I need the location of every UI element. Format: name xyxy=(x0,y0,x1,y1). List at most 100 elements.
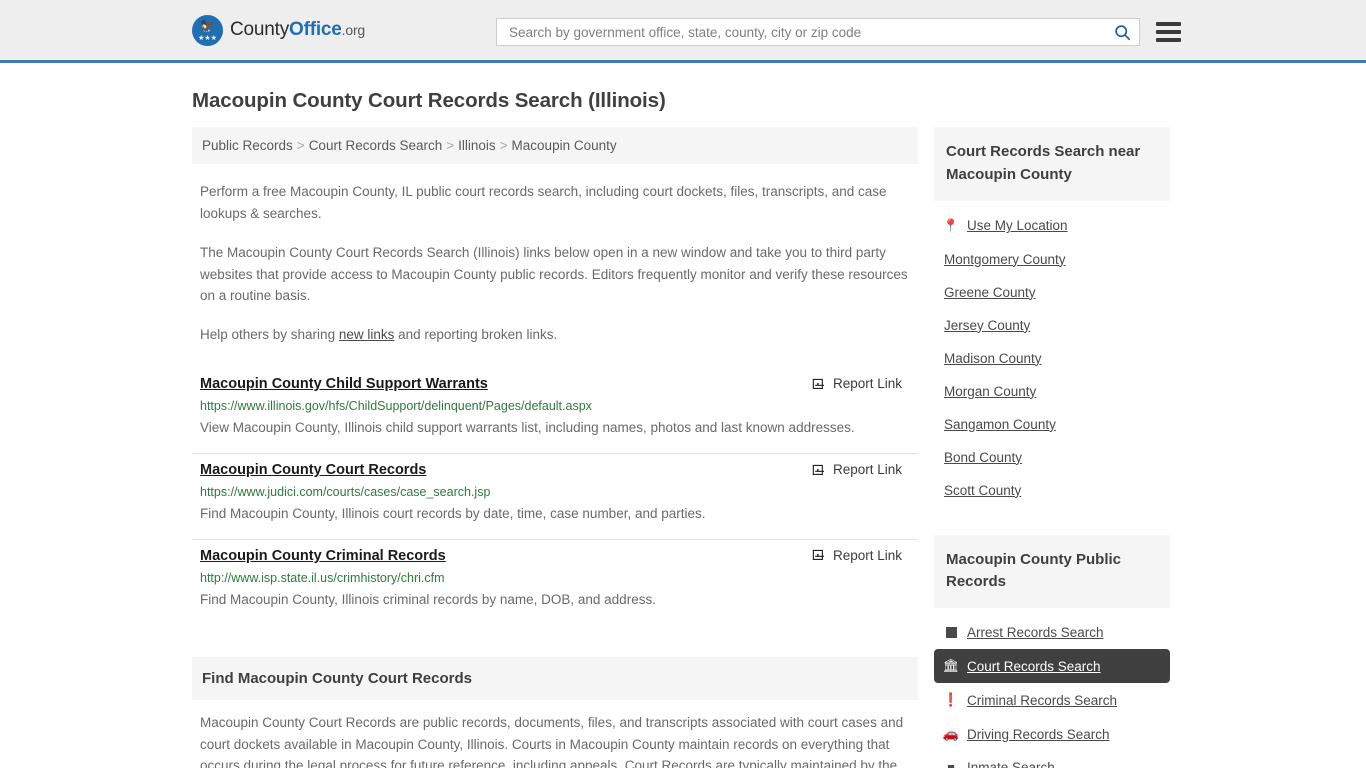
sidebar-item-driving-records-search[interactable]: 🚗 Driving Records Search xyxy=(934,717,1170,751)
report-link-label: Report Link xyxy=(832,376,902,392)
hamburger-menu-icon[interactable] xyxy=(1156,22,1181,42)
intro-p3-before: Help others by sharing xyxy=(200,327,339,343)
breadcrumb: Public Records > Court Records Search > Illi… xyxy=(192,127,918,164)
sidebar-item-label[interactable]: Criminal Records Search xyxy=(967,693,1117,708)
sidebar-item-madison-county[interactable]: Madison County xyxy=(934,342,1170,375)
sidebar-item-label[interactable]: Bond County xyxy=(944,450,1022,465)
sidebar-item-morgan-county[interactable]: Morgan County xyxy=(934,375,1170,408)
sidebar-item-label[interactable]: Scott County xyxy=(944,483,1021,498)
site-logo[interactable]: 🦅 ★★★ CountyOffice.org xyxy=(192,14,365,46)
logo-text-office: Office xyxy=(289,19,342,40)
sidebar-item-label[interactable]: Arrest Records Search xyxy=(967,625,1104,640)
car-icon: 🚗 xyxy=(942,726,960,742)
new-links-link[interactable]: new links xyxy=(339,327,395,342)
sidebar-item-label[interactable]: Madison County xyxy=(944,351,1042,366)
sidebar-item-label[interactable]: Inmate Search xyxy=(967,760,1055,768)
intro-section: Perform a free Macoupin County, IL publi… xyxy=(192,181,918,346)
location-pin-icon: 📍 xyxy=(942,217,960,233)
logo-text-org: .org xyxy=(341,22,366,38)
result-title-link[interactable]: Macoupin County Court Records xyxy=(200,462,426,478)
result-description: Find Macoupin County, Illinois court rec… xyxy=(200,506,706,522)
page-title: Macoupin County Court Records Search (Il… xyxy=(192,89,666,112)
sidebar-public-records-heading: Macoupin County Public Records xyxy=(934,534,1170,609)
result-url: https://www.illinois.gov/hfs/ChildSuppor… xyxy=(200,399,592,414)
result-header: Macoupin County Criminal Records ⚀̶ Repo… xyxy=(200,548,910,564)
exclamation-icon: ❗ xyxy=(942,692,960,708)
result-item: Macoupin County Child Support Warrants ⚀… xyxy=(192,368,918,455)
square-icon xyxy=(944,627,958,639)
find-records-heading: Find Macoupin County Court Records xyxy=(192,656,918,700)
breadcrumb-separator: > xyxy=(296,138,305,153)
search-box[interactable] xyxy=(496,18,1140,46)
report-link-label: Report Link xyxy=(832,462,902,478)
sidebar-item-label[interactable]: Greene County xyxy=(944,285,1036,300)
logo-text-county: County xyxy=(230,19,290,40)
breadcrumb-separator: > xyxy=(446,138,455,153)
broken-link-icon: ⚀̶ xyxy=(811,375,824,392)
sidebar-public-records-list: Arrest Records Search 🏛 Court Records Se… xyxy=(934,616,1170,768)
sidebar-item-label[interactable]: Morgan County xyxy=(944,384,1036,399)
result-item: Macoupin County Criminal Records ⚀̶ Repo… xyxy=(192,540,918,625)
intro-paragraph-2: The Macoupin County Court Records Search… xyxy=(200,244,908,304)
result-url: https://www.judici.com/courts/cases/case… xyxy=(200,485,491,500)
sidebar-public-records-block: Macoupin County Public Records Arrest Re… xyxy=(934,534,1170,768)
report-link-button[interactable]: ⚀̶ Report Link xyxy=(812,462,902,477)
sidebar-item-label[interactable]: Sangamon County xyxy=(944,417,1056,432)
search-input[interactable] xyxy=(507,23,1112,41)
sidebar-item-bond-county[interactable]: Bond County xyxy=(934,441,1170,474)
sidebar-item-inmate-search[interactable]: ■ Inmate Search xyxy=(934,751,1170,768)
sidebar-item-jersey-county[interactable]: Jersey County xyxy=(934,309,1170,342)
report-link-button[interactable]: ⚀̶ Report Link xyxy=(812,376,902,391)
courthouse-icon: 🏛 xyxy=(942,658,960,674)
breadcrumb-separator: > xyxy=(499,138,508,153)
sidebar-item-criminal-records-search[interactable]: ❗ Criminal Records Search xyxy=(934,683,1170,717)
hamburger-bar-3 xyxy=(1156,38,1181,42)
header-search-area xyxy=(496,18,1181,46)
breadcrumb-item-2[interactable]: Illinois xyxy=(458,138,496,153)
sidebar-item-label[interactable]: Jersey County xyxy=(944,318,1030,333)
sidebar-item-use-my-location[interactable]: 📍 Use My Location xyxy=(934,209,1170,243)
sidebar-nearby-heading: Court Records Search near Macoupin Count… xyxy=(934,127,1170,201)
jail-icon: ■ xyxy=(947,760,955,768)
logo-text: CountyOffice.org xyxy=(230,19,365,41)
sidebar-item-court-records-search[interactable]: 🏛 Court Records Search xyxy=(934,649,1170,684)
search-button[interactable] xyxy=(1112,24,1133,41)
hamburger-bar-2 xyxy=(1156,30,1181,34)
sidebar-item-arrest-records-search[interactable]: Arrest Records Search xyxy=(934,616,1170,649)
stars-glyph: ★★★ xyxy=(198,34,217,42)
sidebar-nearby-list: 📍 Use My Location Montgomery County Gree… xyxy=(934,209,1170,507)
site-header: 🦅 ★★★ CountyOffice.org xyxy=(0,0,1366,63)
sidebar-item-montgomery-county[interactable]: Montgomery County xyxy=(934,243,1170,276)
hamburger-bar-1 xyxy=(1156,22,1181,26)
result-header: Macoupin County Court Records ⚀̶ Report … xyxy=(200,462,910,478)
breadcrumb-item-1[interactable]: Court Records Search xyxy=(309,138,443,153)
sidebar-item-greene-county[interactable]: Greene County xyxy=(934,276,1170,309)
sidebar-item-label[interactable]: Montgomery County xyxy=(944,252,1066,267)
sidebar-item-label[interactable]: Driving Records Search xyxy=(967,727,1110,742)
breadcrumb-item-3[interactable]: Macoupin County xyxy=(512,138,617,153)
breadcrumb-item-0[interactable]: Public Records xyxy=(202,138,293,153)
sidebar-item-sangamon-county[interactable]: Sangamon County xyxy=(934,408,1170,441)
intro-paragraph-1: Perform a free Macoupin County, IL publi… xyxy=(200,184,887,221)
broken-link-icon: ⚀̶ xyxy=(811,547,824,564)
result-url: http://www.isp.state.il.us/crimhistory/c… xyxy=(200,570,445,585)
sidebar-item-scott-county[interactable]: Scott County xyxy=(934,474,1170,507)
result-title-link[interactable]: Macoupin County Child Support Warrants xyxy=(200,376,488,392)
result-item: Macoupin County Court Records ⚀̶ Report … xyxy=(192,454,918,540)
eagle-seal-icon: 🦅 ★★★ xyxy=(192,14,223,46)
sidebar-item-label[interactable]: Use My Location xyxy=(967,218,1068,233)
result-title-link[interactable]: Macoupin County Criminal Records xyxy=(200,548,446,564)
page-container: Macoupin County Court Records Search (Il… xyxy=(0,89,1366,768)
sidebar: Court Records Search near Macoupin Count… xyxy=(934,127,1170,768)
search-icon xyxy=(1115,24,1131,40)
sidebar-item-label[interactable]: Court Records Search xyxy=(967,659,1101,674)
broken-link-icon: ⚀̶ xyxy=(811,461,824,478)
result-description: Find Macoupin County, Illinois criminal … xyxy=(200,591,656,607)
result-header: Macoupin County Child Support Warrants ⚀… xyxy=(200,376,910,392)
report-link-label: Report Link xyxy=(832,547,902,563)
find-records-body: Macoupin County Court Records are public… xyxy=(200,714,904,768)
intro-p3-after: and reporting broken links. xyxy=(394,327,558,343)
content-columns: Public Records > Court Records Search > Illi… xyxy=(192,127,1174,768)
main-content: Public Records > Court Records Search > Illi… xyxy=(192,127,918,768)
report-link-button[interactable]: ⚀̶ Report Link xyxy=(812,548,902,563)
